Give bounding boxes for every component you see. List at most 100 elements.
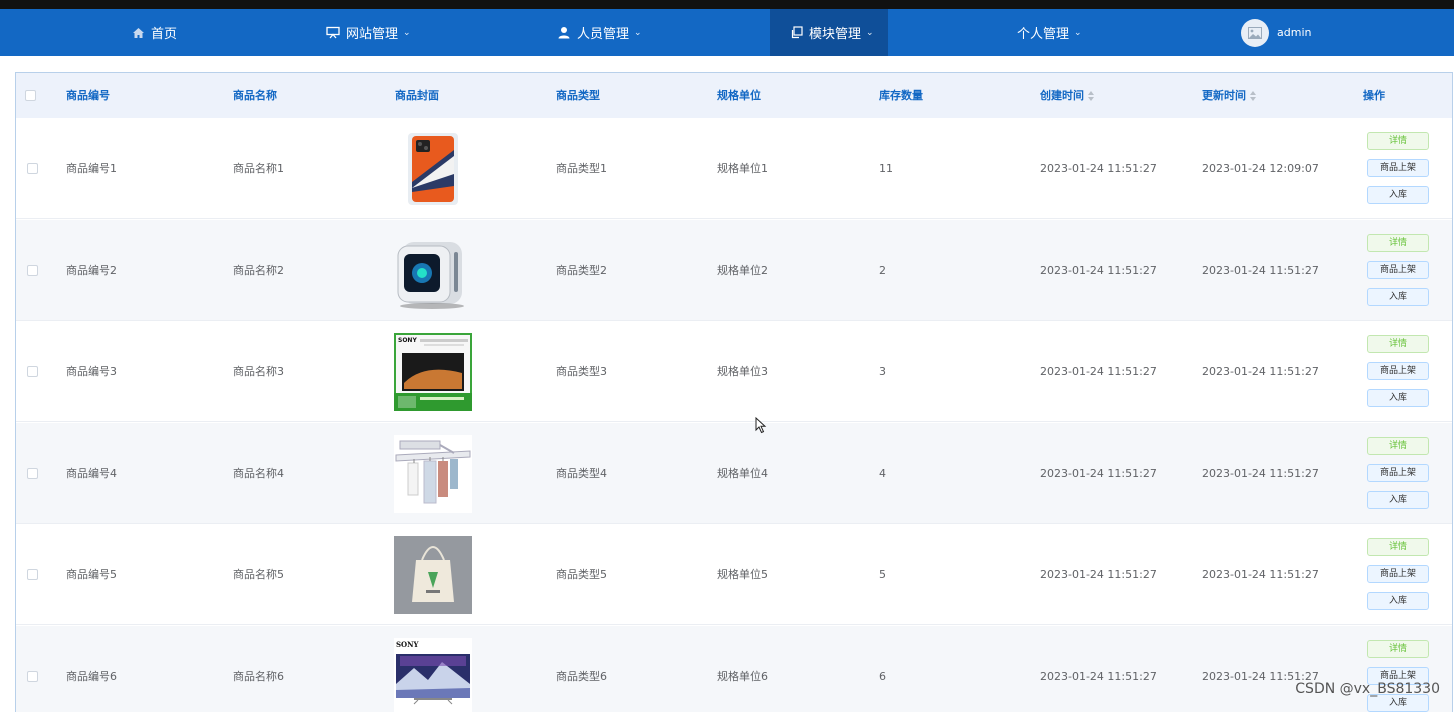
cell-unit: 规格单位1 — [717, 118, 768, 219]
cell-stock: 3 — [879, 321, 886, 422]
cell-name: 商品名称4 — [233, 423, 284, 524]
onshelf-button[interactable]: 商品上架 — [1367, 464, 1429, 482]
onshelf-button[interactable]: 商品上架 — [1367, 565, 1429, 583]
detail-button[interactable]: 详情 — [1367, 132, 1429, 150]
row-checkbox[interactable] — [27, 468, 38, 479]
chevron-down-icon: ⌄ — [634, 28, 642, 38]
table-row: 商品编号3商品名称3SONY商品类型3规格单位332023-01-24 11:5… — [16, 321, 1452, 422]
window-top-strip — [0, 0, 1454, 9]
onshelf-button[interactable]: 商品上架 — [1367, 159, 1429, 177]
detail-button[interactable]: 详情 — [1367, 437, 1429, 455]
onshelf-button[interactable]: 商品上架 — [1367, 362, 1429, 380]
chevron-down-icon: ⌄ — [403, 28, 411, 38]
row-checkbox[interactable] — [27, 265, 38, 276]
row-checkbox[interactable] — [27, 163, 38, 174]
cell-type: 商品类型6 — [556, 626, 607, 712]
cell-updated: 2023-01-24 12:09:07 — [1202, 118, 1319, 219]
stockin-button[interactable]: 入库 — [1367, 186, 1429, 204]
table-row: 商品编号6商品名称6SONY商品类型6规格单位662023-01-24 11:5… — [16, 626, 1452, 712]
avatar — [1241, 19, 1269, 47]
cell-type: 商品类型4 — [556, 423, 607, 524]
product-cover-image[interactable] — [394, 435, 472, 513]
cell-stock: 6 — [879, 626, 886, 712]
mouse-cursor-icon — [755, 417, 767, 434]
cell-name: 商品名称2 — [233, 220, 284, 321]
cell-name: 商品名称1 — [233, 118, 284, 219]
col-type: 商品类型 — [556, 73, 600, 118]
cell-name: 商品名称5 — [233, 524, 284, 625]
user-icon — [557, 26, 571, 40]
nav-home-label: 首页 — [151, 23, 177, 42]
detail-button[interactable]: 详情 — [1367, 234, 1429, 252]
cell-created: 2023-01-24 11:51:27 — [1040, 626, 1157, 712]
cell-id: 商品编号3 — [66, 321, 117, 422]
cell-created: 2023-01-24 11:51:27 — [1040, 118, 1157, 219]
cell-stock: 5 — [879, 524, 886, 625]
table-row: 商品编号5商品名称5商品类型5规格单位552023-01-24 11:51:27… — [16, 524, 1452, 625]
col-name: 商品名称 — [233, 73, 277, 118]
home-icon — [131, 26, 145, 40]
monitor-icon — [326, 26, 340, 40]
row-checkbox[interactable] — [27, 366, 38, 377]
svg-text:SONY: SONY — [398, 337, 417, 344]
table-row: 商品编号1商品名称1商品类型1规格单位1112023-01-24 11:51:2… — [16, 118, 1452, 219]
nav-personal[interactable]: 个人管理 ⌄ — [1017, 9, 1082, 56]
product-cover-image[interactable] — [394, 536, 472, 614]
col-cover: 商品封面 — [395, 73, 439, 118]
watermark: CSDN @vx_BS81330 — [1295, 681, 1440, 697]
product-cover-image[interactable] — [394, 130, 472, 208]
cell-stock: 4 — [879, 423, 886, 524]
user-menu[interactable]: admin — [1241, 9, 1311, 56]
nav-personal-label: 个人管理 — [1017, 23, 1069, 42]
svg-text:SONY: SONY — [396, 640, 420, 649]
username: admin — [1277, 26, 1311, 39]
cell-type: 商品类型3 — [556, 321, 607, 422]
cell-unit: 规格单位4 — [717, 423, 768, 524]
col-created[interactable]: 创建时间 — [1040, 73, 1094, 118]
image-icon — [1248, 27, 1262, 39]
cell-unit: 规格单位6 — [717, 626, 768, 712]
cell-id: 商品编号5 — [66, 524, 117, 625]
product-cover-image[interactable]: SONY — [394, 333, 472, 411]
select-all-checkbox[interactable] — [25, 90, 36, 101]
cell-id: 商品编号4 — [66, 423, 117, 524]
onshelf-button[interactable]: 商品上架 — [1367, 261, 1429, 279]
detail-button[interactable]: 详情 — [1367, 640, 1429, 658]
col-stock: 库存数量 — [879, 73, 923, 118]
product-cover-image[interactable]: SONY — [394, 638, 472, 712]
chevron-down-icon: ⌄ — [1074, 28, 1082, 38]
detail-button[interactable]: 详情 — [1367, 538, 1429, 556]
cell-stock: 11 — [879, 118, 893, 219]
col-unit: 规格单位 — [717, 73, 761, 118]
nav-modules[interactable]: 模块管理 ⌄ — [770, 9, 888, 56]
nav-website-label: 网站管理 — [346, 23, 398, 42]
product-cover-image[interactable] — [394, 232, 472, 310]
nav-modules-label: 模块管理 — [809, 23, 861, 42]
stockin-button[interactable]: 入库 — [1367, 389, 1429, 407]
cell-created: 2023-01-24 11:51:27 — [1040, 220, 1157, 321]
cell-stock: 2 — [879, 220, 886, 321]
stockin-button[interactable]: 入库 — [1367, 288, 1429, 306]
top-navbar: 首页 网站管理 ⌄ 人员管理 ⌄ 模块管理 ⌄ 个人管理 ⌄ admin — [0, 9, 1454, 56]
cell-updated: 2023-01-24 11:51:27 — [1202, 220, 1319, 321]
row-checkbox[interactable] — [27, 569, 38, 580]
col-updated-label: 更新时间 — [1202, 89, 1246, 102]
nav-people[interactable]: 人员管理 ⌄ — [557, 9, 642, 56]
stockin-button[interactable]: 入库 — [1367, 491, 1429, 509]
nav-website[interactable]: 网站管理 ⌄ — [326, 9, 411, 56]
nav-home[interactable]: 首页 — [131, 9, 177, 56]
sort-icon[interactable] — [1250, 91, 1256, 101]
sort-icon[interactable] — [1088, 91, 1094, 101]
col-created-label: 创建时间 — [1040, 89, 1084, 102]
stockin-button[interactable]: 入库 — [1367, 592, 1429, 610]
product-table: 商品编号 商品名称 商品封面 商品类型 规格单位 库存数量 创建时间 更新时间 … — [15, 72, 1453, 712]
row-checkbox[interactable] — [27, 671, 38, 682]
cell-updated: 2023-01-24 11:51:27 — [1202, 524, 1319, 625]
col-id: 商品编号 — [66, 73, 110, 118]
table-row: 商品编号4商品名称4商品类型4规格单位442023-01-24 11:51:27… — [16, 423, 1452, 524]
chevron-down-icon: ⌄ — [866, 28, 874, 38]
cell-type: 商品类型5 — [556, 524, 607, 625]
detail-button[interactable]: 详情 — [1367, 335, 1429, 353]
table-header: 商品编号 商品名称 商品封面 商品类型 规格单位 库存数量 创建时间 更新时间 … — [16, 73, 1452, 118]
col-updated[interactable]: 更新时间 — [1202, 73, 1256, 118]
